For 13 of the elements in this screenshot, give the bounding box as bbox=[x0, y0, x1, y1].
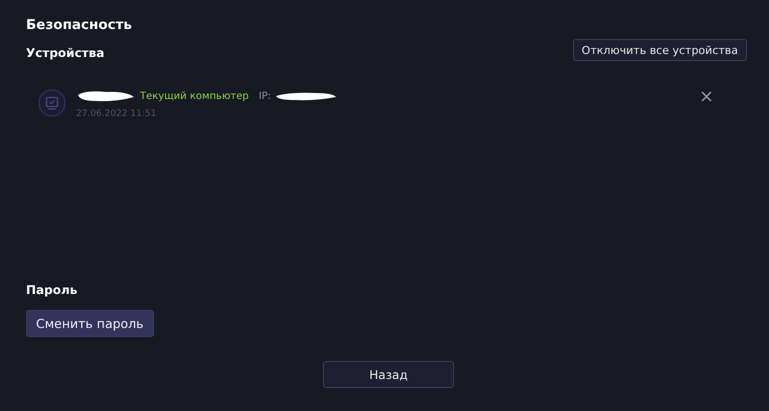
ip-label: IP: bbox=[258, 90, 272, 102]
monitor-icon bbox=[38, 89, 66, 117]
redaction-mark bbox=[275, 92, 338, 100]
redaction-mark bbox=[76, 90, 136, 102]
section-heading: Устройства bbox=[26, 45, 104, 61]
back-button[interactable]: Назад bbox=[323, 361, 454, 388]
disconnect-all-button[interactable]: Отключить все устройства bbox=[572, 39, 747, 61]
close-icon[interactable] bbox=[701, 91, 712, 102]
device-status: Текущий компьютер bbox=[140, 90, 249, 102]
device-date: 27.06.2022 11:51 bbox=[76, 109, 158, 119]
change-password-button[interactable]: Сменить пароль bbox=[26, 310, 154, 337]
section-heading: Пароль bbox=[26, 282, 78, 298]
page-title: Безопасность bbox=[26, 16, 132, 34]
